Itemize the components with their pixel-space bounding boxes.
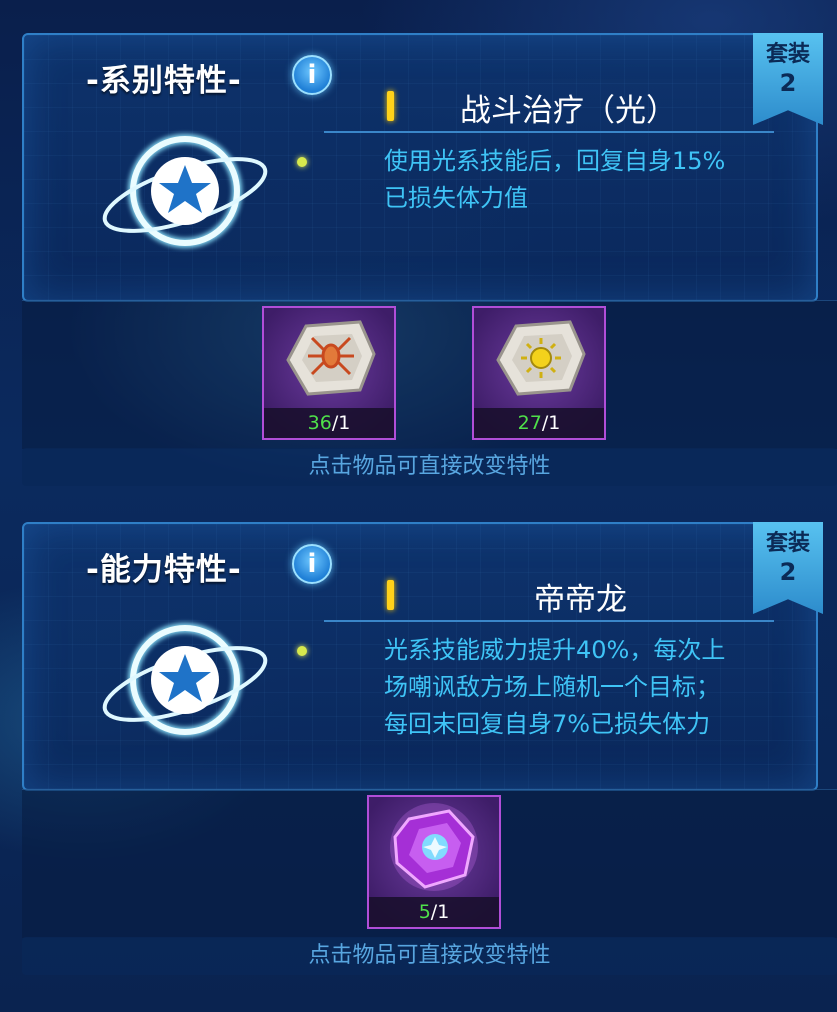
description-line: 已损失体力值: [384, 184, 528, 212]
connector-line: [324, 620, 774, 622]
description-line: 场嘲讽敌方场上随机一个目标；: [384, 673, 720, 701]
info-icon[interactable]: i: [292, 544, 332, 584]
connector-line: [324, 131, 774, 133]
item-count: 27/1: [474, 408, 604, 438]
item-have-count: 36: [307, 412, 332, 434]
trait-name: 帝帝龙: [534, 582, 627, 618]
item-slot[interactable]: 27/1: [472, 306, 606, 440]
item-count: 5/1: [369, 897, 499, 927]
star-orbit-emblem-icon: [102, 134, 268, 248]
item-slot[interactable]: 5/1: [367, 795, 501, 929]
trait-marker: [387, 580, 394, 610]
item-have-count: 5: [418, 901, 431, 923]
connector-dot: [297, 157, 307, 167]
info-icon[interactable]: i: [292, 55, 332, 95]
change-trait-hint: 点击物品可直接改变特性: [22, 937, 837, 975]
section-heading: -系别特性-: [86, 63, 242, 99]
star-orbit-emblem-icon: [102, 623, 268, 737]
trait-name: 战斗治疗（光）: [460, 93, 677, 129]
sun-rune-stone-icon: [496, 320, 586, 396]
description-line: 光系技能威力提升40%，每次上: [384, 636, 726, 664]
section-heading: -能力特性-: [86, 552, 242, 588]
series-trait-section: -系别特性- i 战斗治疗（光） 使用光系技能后，回复自身15% 已损失体力值 …: [22, 33, 837, 493]
item-strip: [22, 300, 837, 449]
item-slot[interactable]: 36/1: [262, 306, 396, 440]
description-line: 每回末回复自身7%已损失体力: [384, 710, 711, 738]
item-need-count: /1: [331, 412, 351, 434]
set-badge-count: 2: [779, 69, 797, 97]
trait-description[interactable]: 光系技能威力提升40%，每次上 场嘲讽敌方场上随机一个目标； 每回末回复自身7%…: [384, 632, 725, 762]
item-need-count: /1: [541, 412, 561, 434]
spider-rune-stone-icon: [286, 320, 376, 396]
trait-description: 使用光系技能后，回复自身15% 已损失体力值: [384, 143, 725, 217]
connector-dot: [297, 646, 307, 656]
ability-trait-section: -能力特性- i 帝帝龙 光系技能威力提升40%，每次上 场嘲讽敌方场上随机一个…: [22, 522, 837, 982]
item-count: 36/1: [264, 408, 394, 438]
change-trait-hint: 点击物品可直接改变特性: [22, 448, 837, 486]
set-badge-label: 套装: [765, 42, 810, 67]
item-need-count: /1: [430, 901, 450, 923]
set-badge-label: 套装: [765, 531, 810, 556]
trait-marker: [387, 91, 394, 121]
purple-crystal-gem-icon: [390, 803, 478, 891]
set-badge-count: 2: [779, 558, 797, 586]
description-line: 使用光系技能后，回复自身15%: [384, 147, 726, 175]
item-have-count: 27: [517, 412, 542, 434]
